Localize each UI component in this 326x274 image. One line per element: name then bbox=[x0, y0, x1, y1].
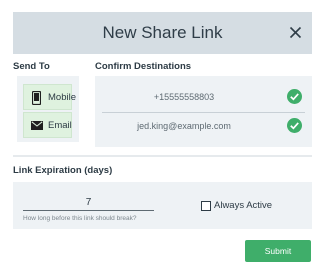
send-to-mobile-button[interactable]: Mobile bbox=[23, 84, 76, 110]
send-to-panel: Mobile Email bbox=[17, 76, 79, 142]
section-divider bbox=[13, 155, 312, 157]
dialog-title: New Share Link bbox=[102, 23, 223, 42]
send-to-heading: Send To bbox=[13, 61, 50, 72]
destination-email: jed.king@example.com bbox=[137, 121, 231, 131]
dialog-header: New Share Link bbox=[13, 12, 312, 54]
mobile-label: Mobile bbox=[48, 92, 76, 103]
destinations-panel: +15555558803 jed.king@example.com bbox=[95, 76, 312, 147]
close-icon[interactable] bbox=[289, 26, 302, 39]
destination-row: jed.king@example.com bbox=[102, 113, 305, 141]
check-circle-icon bbox=[287, 118, 302, 133]
checkbox-box[interactable] bbox=[201, 201, 211, 211]
link-expiration-heading: Link Expiration (days) bbox=[13, 165, 113, 176]
always-active-label: Always Active bbox=[214, 200, 273, 211]
mobile-phone-icon bbox=[32, 91, 41, 105]
email-label: Email bbox=[48, 120, 72, 131]
send-to-email-button[interactable]: Email bbox=[23, 112, 72, 138]
expiration-days-input[interactable] bbox=[23, 195, 154, 211]
share-link-dialog: New Share Link Send To Confirm Destinati… bbox=[0, 0, 326, 274]
check-circle-icon bbox=[287, 89, 302, 104]
expiration-panel: How long before this link should break? … bbox=[13, 182, 312, 229]
expiration-help-text: How long before this link should break? bbox=[23, 215, 137, 222]
submit-button[interactable]: Submit bbox=[245, 240, 311, 262]
destination-phone: +15555558803 bbox=[153, 92, 215, 102]
envelope-icon bbox=[31, 121, 43, 130]
destination-row: +15555558803 bbox=[102, 84, 305, 113]
confirm-destinations-heading: Confirm Destinations bbox=[95, 61, 192, 72]
